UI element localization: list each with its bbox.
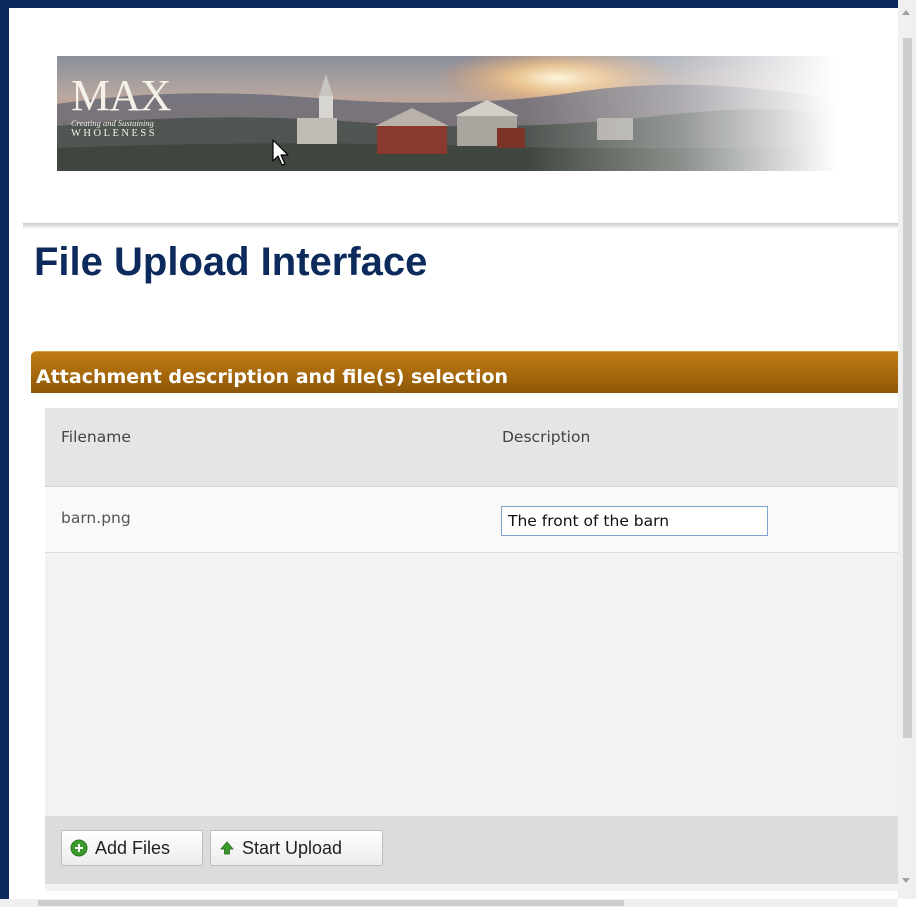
max-logo: MAX Creating and Sustaining WHOLENESS bbox=[71, 74, 211, 140]
add-files-button[interactable]: Add Files bbox=[61, 830, 203, 866]
start-upload-label: Start Upload bbox=[242, 837, 343, 858]
upload-toolbar: Add Files Start Upload bbox=[45, 816, 898, 884]
description-input[interactable] bbox=[501, 506, 768, 536]
mouse-pointer-icon bbox=[272, 139, 290, 172]
page-title: File Upload Interface bbox=[34, 240, 428, 284]
logo-tagline: Creating and Sustaining bbox=[71, 118, 154, 128]
header-banner: MAX Creating and Sustaining WHOLENESS bbox=[57, 56, 837, 171]
vertical-scrollbar-thumb[interactable] bbox=[903, 38, 912, 738]
table-row: barn.png bbox=[45, 487, 898, 553]
window-frame-top bbox=[0, 0, 898, 8]
arrow-up-icon bbox=[219, 840, 235, 856]
filename-cell: barn.png bbox=[61, 509, 131, 527]
horizontal-scrollbar-thumb[interactable] bbox=[38, 900, 624, 906]
file-table-header: Filename Description bbox=[45, 408, 898, 487]
panel-header: Attachment description and file(s) selec… bbox=[31, 351, 898, 393]
logo-wordmark: MAX bbox=[71, 71, 172, 120]
horizontal-scrollbar[interactable] bbox=[0, 899, 898, 907]
start-upload-button[interactable]: Start Upload bbox=[210, 830, 383, 866]
page-content: MAX Creating and Sustaining WHOLENESS Fi… bbox=[9, 8, 898, 899]
logo-subtext: WHOLENESS bbox=[71, 128, 158, 139]
header-divider bbox=[23, 223, 898, 228]
window-frame-left bbox=[0, 0, 9, 907]
scroll-down-arrow-icon[interactable] bbox=[902, 878, 910, 883]
attachment-panel: Attachment description and file(s) selec… bbox=[31, 351, 898, 891]
plus-circle-icon bbox=[70, 839, 88, 857]
scroll-up-arrow-icon[interactable] bbox=[902, 10, 910, 15]
file-list: Filename Description barn.png Add bbox=[45, 408, 898, 891]
vertical-scrollbar[interactable] bbox=[898, 0, 916, 899]
column-header-description: Description bbox=[502, 428, 591, 446]
panel-title: Attachment description and file(s) selec… bbox=[36, 366, 509, 388]
column-header-filename: Filename bbox=[61, 428, 131, 446]
add-files-label: Add Files bbox=[95, 837, 171, 858]
